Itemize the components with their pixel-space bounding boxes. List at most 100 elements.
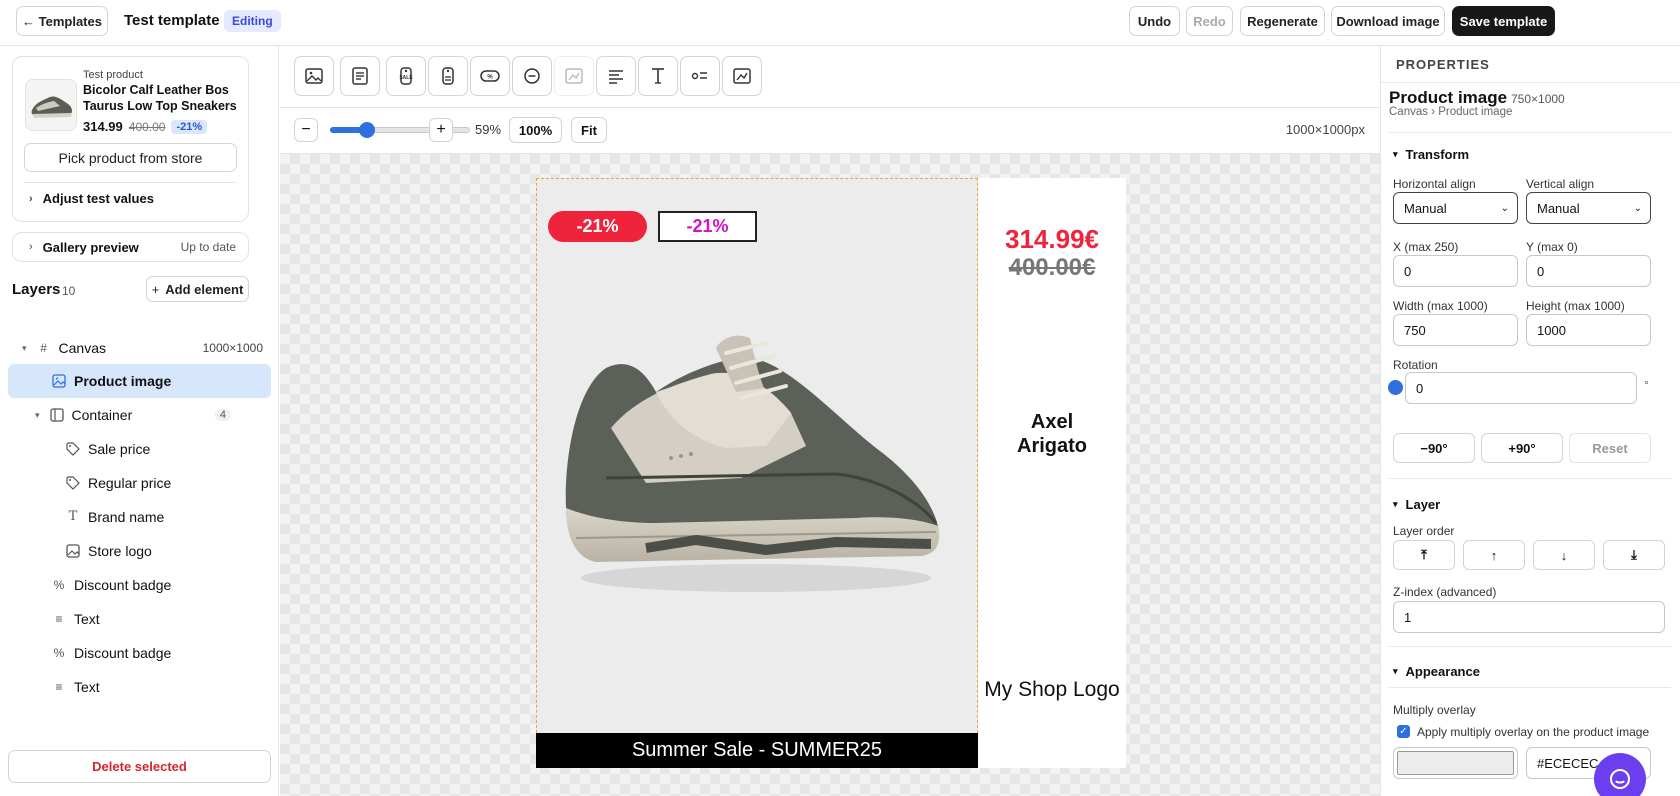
v-align-select[interactable]: Manual ⌄ bbox=[1526, 192, 1651, 224]
overlay-checkbox[interactable]: ✓ bbox=[1397, 725, 1410, 738]
zoom-out-button[interactable]: − bbox=[294, 118, 318, 142]
z-index-label: Z-index (advanced) bbox=[1393, 585, 1497, 599]
store-logo-text[interactable]: My Shop Logo bbox=[978, 678, 1126, 702]
z-index-input[interactable]: 1 bbox=[1393, 601, 1665, 633]
layer-product-image[interactable]: Product image bbox=[8, 364, 271, 398]
zoom-slider-handle[interactable] bbox=[359, 122, 376, 138]
tag-icon bbox=[66, 476, 80, 490]
zoom-level: 59% bbox=[475, 122, 502, 137]
layers-title: Layers bbox=[12, 281, 61, 298]
product-image-layer[interactable] bbox=[536, 178, 978, 768]
layer-store-logo[interactable]: Store logo bbox=[8, 534, 271, 568]
regenerate-button[interactable]: Regenerate bbox=[1240, 6, 1325, 36]
undo-button[interactable]: Undo bbox=[1129, 6, 1180, 36]
layer-brand-name[interactable]: T Brand name bbox=[8, 500, 271, 534]
add-discount-badge-tool[interactable]: % bbox=[470, 56, 510, 96]
layer-section-toggle[interactable]: ▾ Layer bbox=[1393, 497, 1440, 512]
layer-label: Brand name bbox=[88, 509, 165, 525]
sale-price-text[interactable]: 314.99€ bbox=[978, 224, 1126, 255]
layer-text[interactable]: ≡ Text bbox=[8, 670, 271, 704]
add-paragraph-tool[interactable] bbox=[596, 56, 636, 96]
add-text-block-tool[interactable] bbox=[340, 56, 380, 96]
rotate-plus-90-button[interactable]: +90° bbox=[1481, 433, 1563, 463]
chart-icon bbox=[733, 68, 751, 84]
selected-element-name: Product image bbox=[1389, 88, 1508, 107]
rotation-label: Rotation bbox=[1393, 358, 1438, 372]
chat-widget-button[interactable] bbox=[1594, 753, 1646, 796]
image-icon bbox=[305, 68, 323, 84]
minus-circle-icon bbox=[524, 68, 540, 84]
layer-sale-price[interactable]: Sale price bbox=[8, 432, 271, 466]
zoom-in-button[interactable]: + bbox=[429, 118, 453, 142]
top-bar: ← Templates Test template Editing Undo R… bbox=[0, 0, 1680, 46]
delete-selected-button[interactable]: Delete selected bbox=[8, 750, 271, 783]
y-input[interactable]: 0 bbox=[1526, 255, 1651, 287]
arrow-up-icon: ↑ bbox=[1490, 547, 1498, 563]
layer-label: Discount badge bbox=[74, 577, 172, 593]
add-heading-tool[interactable] bbox=[638, 56, 678, 96]
add-element-button[interactable]: + Add element bbox=[146, 276, 249, 302]
svg-text:SALE: SALE bbox=[399, 75, 413, 81]
zoom-100-button[interactable]: 100% bbox=[509, 117, 562, 143]
send-backward-button[interactable]: ↓ bbox=[1533, 540, 1595, 570]
appearance-section-toggle[interactable]: ▾ Appearance bbox=[1393, 664, 1480, 679]
layer-container[interactable]: ▾ Container 4 bbox=[8, 398, 271, 432]
layer-size: 1000×1000 bbox=[202, 341, 263, 355]
width-input[interactable]: 750 bbox=[1393, 314, 1518, 346]
rotation-input[interactable]: 0 bbox=[1405, 372, 1637, 404]
chevron-right-icon: › bbox=[29, 192, 33, 205]
layer-label: Discount badge bbox=[74, 645, 172, 661]
add-sale-price-tool[interactable]: SALE bbox=[386, 56, 426, 96]
rotation-slider-handle[interactable] bbox=[1388, 380, 1403, 395]
v-align-label: Vertical align bbox=[1526, 177, 1595, 191]
canvas[interactable]: -21% -21% 314.99€ 400.00€ Axel Arigato M… bbox=[536, 178, 1126, 768]
redo-button[interactable]: Redo bbox=[1186, 6, 1233, 36]
add-list-tool[interactable] bbox=[680, 56, 720, 96]
layer-canvas[interactable]: ▾ # Canvas 1000×1000 bbox=[8, 331, 271, 365]
add-chart-tool-disabled[interactable] bbox=[554, 56, 594, 96]
pick-product-button[interactable]: Pick product from store bbox=[24, 143, 237, 172]
x-input[interactable]: 0 bbox=[1393, 255, 1518, 287]
plus-icon: + bbox=[151, 281, 160, 297]
rotate-minus-90-button[interactable]: −90° bbox=[1393, 433, 1475, 463]
height-input[interactable]: 1000 bbox=[1526, 314, 1651, 346]
tag-icon bbox=[66, 442, 80, 456]
save-template-button[interactable]: Save template bbox=[1452, 6, 1555, 36]
add-chart-tool[interactable] bbox=[722, 56, 762, 96]
layer-discount-badge[interactable]: % Discount badge bbox=[8, 568, 271, 602]
back-to-templates-button[interactable]: ← Templates bbox=[16, 6, 108, 36]
selection-outline bbox=[536, 178, 978, 768]
layer-label: Text bbox=[74, 611, 100, 627]
transform-section-toggle[interactable]: ▾ Transform bbox=[1393, 147, 1469, 162]
overlay-color-swatch[interactable] bbox=[1393, 747, 1518, 779]
bring-to-front-button[interactable]: ⤒ bbox=[1393, 540, 1455, 570]
promo-banner-text[interactable]: Summer Sale - SUMMER25 bbox=[536, 733, 978, 768]
rotation-reset-button[interactable]: Reset bbox=[1569, 433, 1651, 463]
layer-discount-badge[interactable]: % Discount badge bbox=[8, 636, 271, 670]
brand-name-text[interactable]: Axel Arigato bbox=[1002, 410, 1102, 458]
add-regular-price-tool[interactable] bbox=[428, 56, 468, 96]
adjust-test-values-toggle[interactable]: › Adjust test values bbox=[29, 191, 154, 206]
layers-count: 10 bbox=[62, 284, 76, 298]
gallery-preview-toggle[interactable]: › Gallery preview Up to date bbox=[12, 232, 249, 262]
multiply-overlay-label: Multiply overlay bbox=[1393, 703, 1476, 717]
bring-forward-button[interactable]: ↑ bbox=[1463, 540, 1525, 570]
layer-regular-price[interactable]: Regular price bbox=[8, 466, 271, 500]
discount-badge-filled[interactable]: -21% bbox=[548, 211, 647, 242]
product-name: Bicolor Calf Leather Bos Taurus Low Top … bbox=[83, 83, 237, 113]
width-label: Width (max 1000) bbox=[1393, 299, 1488, 313]
layer-text[interactable]: ≡ Text bbox=[8, 602, 271, 636]
send-to-back-button[interactable]: ⤓ bbox=[1603, 540, 1665, 570]
zoom-fit-button[interactable]: Fit bbox=[571, 117, 607, 143]
lines-icon: ≡ bbox=[55, 680, 63, 694]
add-shape-tool[interactable] bbox=[512, 56, 552, 96]
selected-element-size: 750×1000 bbox=[1511, 92, 1565, 106]
layer-child-count: 4 bbox=[214, 409, 231, 421]
chevron-down-icon: ⌄ bbox=[1500, 202, 1509, 214]
discount-badge-outline[interactable]: -21% bbox=[658, 211, 757, 242]
regular-price-text[interactable]: 400.00€ bbox=[978, 254, 1126, 282]
download-image-button[interactable]: Download image bbox=[1331, 6, 1445, 36]
text-icon: T bbox=[68, 509, 78, 524]
add-image-tool[interactable] bbox=[294, 56, 334, 96]
h-align-select[interactable]: Manual ⌄ bbox=[1393, 192, 1518, 224]
